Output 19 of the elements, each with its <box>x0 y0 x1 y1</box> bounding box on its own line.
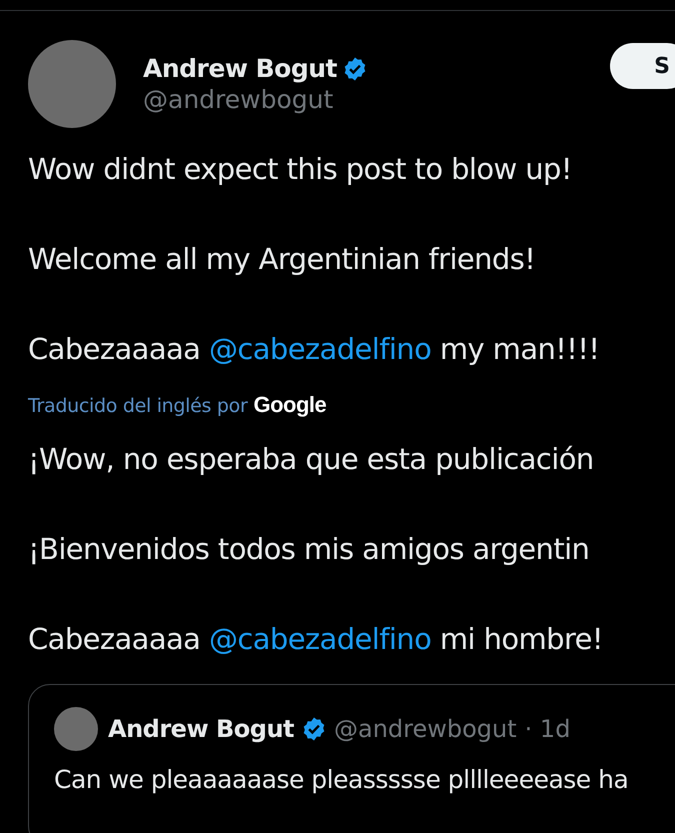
google-wordmark: Google <box>253 392 326 418</box>
mention-link[interactable]: @cabezadelfino <box>208 332 432 366</box>
post-time: · 1d <box>524 715 570 743</box>
author-handle: @andrewbogut <box>334 715 517 743</box>
quoted-post-card[interactable]: Andrew Bogut @andrewbogut · 1d Can we pleaaaaaase pleassssse plllleeeease ha <box>28 684 675 833</box>
quoted-post-text: Can we pleaaaaaase pleassssse plllleeeease ha <box>54 765 630 794</box>
post-text: Cabezaaaaa @cabezadelfino mi hombre! <box>28 621 604 658</box>
translation-label[interactable]: Traducido del inglés por <box>28 395 248 417</box>
avatar-photo <box>54 707 98 751</box>
post-text: Cabezaaaaa @cabezadelfino my man!!!! <box>28 331 600 368</box>
mention-link[interactable]: @cabezadelfino <box>208 622 432 656</box>
post-text: Wow didnt expect this post to blow up! <box>28 151 573 188</box>
author-handle: @andrewbogut <box>143 85 334 114</box>
follow-button[interactable]: S <box>610 43 675 89</box>
author-name: Andrew Bogut <box>143 54 337 83</box>
post-text: ¡Bienvenidos todos mis amigos argentin <box>28 531 590 568</box>
post-text: ¡Wow, no esperaba que esta publicación <box>28 441 595 478</box>
post-text: Welcome all my Argentinian friends! <box>28 241 536 278</box>
author-name: Andrew Bogut <box>108 715 294 743</box>
